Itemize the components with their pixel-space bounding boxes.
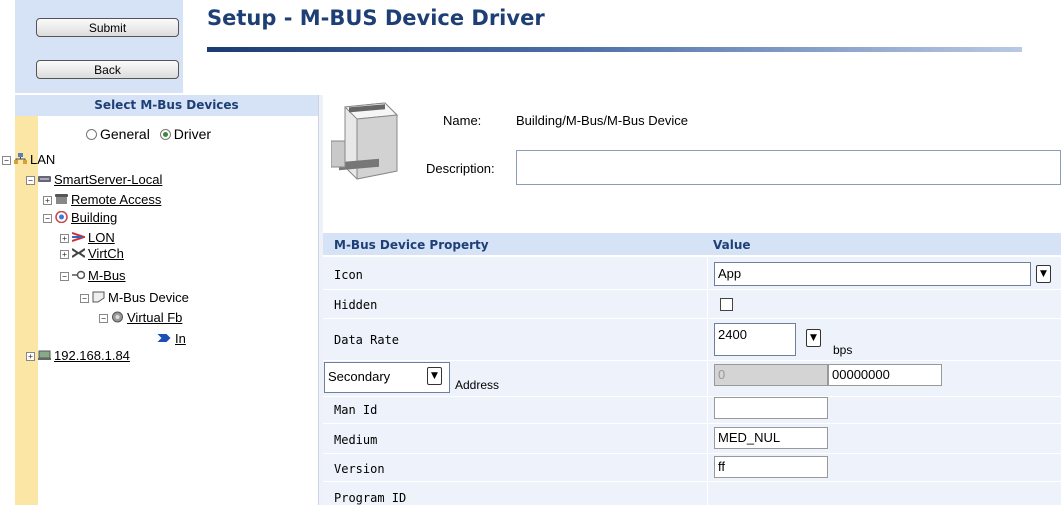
expand-icon[interactable]: + xyxy=(43,196,52,205)
tree-node-virtual-fb[interactable]: − Virtual Fb xyxy=(99,310,182,325)
submit-button[interactable]: Submit xyxy=(36,18,179,37)
tree-label-virtch[interactable]: VirtCh xyxy=(88,246,124,261)
data-rate-dropdown-button[interactable]: ▼ xyxy=(806,329,821,347)
name-value: Building/M-Bus/M-Bus Device xyxy=(516,113,688,128)
page-title: Setup - M-BUS Device Driver xyxy=(207,6,545,30)
description-input[interactable] xyxy=(516,150,1061,185)
device-icon xyxy=(92,291,105,303)
virtual-channel-icon xyxy=(72,248,85,258)
column-header-property: M-Bus Device Property xyxy=(334,238,489,252)
tree-node-lan[interactable]: − LAN xyxy=(2,152,55,167)
radio-general[interactable] xyxy=(86,129,97,140)
table-row-man-id xyxy=(323,396,1061,423)
phone-icon xyxy=(55,194,68,204)
collapse-icon[interactable]: − xyxy=(43,214,52,223)
data-rate-unit: bps xyxy=(833,343,853,357)
view-mode-radios: General Driver xyxy=(86,126,211,142)
radio-general-label: General xyxy=(100,126,150,142)
tree-node-in[interactable]: In xyxy=(156,331,186,346)
button-panel: Submit Back xyxy=(15,0,183,93)
tree-label-lon[interactable]: LON xyxy=(88,230,115,245)
row-label-icon: Icon xyxy=(334,268,363,282)
lon-icon xyxy=(72,232,85,242)
collapse-icon[interactable]: − xyxy=(99,314,108,323)
tree-node-mbus[interactable]: − M-Bus xyxy=(60,268,126,283)
mbus-channel-icon xyxy=(72,270,85,280)
tree-node-building[interactable]: − Building xyxy=(43,210,117,225)
server-icon xyxy=(38,176,51,182)
data-rate-select[interactable]: 2400 xyxy=(714,323,796,356)
tree-node-mbus-device[interactable]: − M-Bus Device xyxy=(80,290,189,305)
tree-label-mbus[interactable]: M-Bus xyxy=(88,268,126,283)
collapse-icon[interactable]: − xyxy=(2,156,11,165)
description-label: Description: xyxy=(426,161,495,176)
row-label-medium: Medium xyxy=(334,433,378,447)
name-label: Name: xyxy=(443,113,482,128)
tree-label-virtual-fb[interactable]: Virtual Fb xyxy=(127,310,182,325)
collapse-icon[interactable]: − xyxy=(60,272,69,281)
tree-label-smartserver[interactable]: SmartServer-Local xyxy=(54,172,162,187)
input-datapoint-icon xyxy=(157,334,171,342)
expand-icon[interactable]: + xyxy=(26,352,35,361)
version-input[interactable]: ff xyxy=(714,456,828,478)
hidden-checkbox[interactable] xyxy=(720,298,733,311)
primary-address-input: 0 xyxy=(714,364,828,386)
tree-node-remote-access[interactable]: + Remote Access xyxy=(43,192,161,207)
row-label-version: Version xyxy=(334,462,385,476)
radio-driver[interactable] xyxy=(159,129,171,140)
table-row-medium xyxy=(323,423,1061,453)
tree-label-remote-access[interactable]: Remote Access xyxy=(71,192,161,207)
table-row-hidden xyxy=(323,289,1061,318)
table-row-version xyxy=(323,453,1061,481)
tree-node-lon[interactable]: + LON xyxy=(60,230,115,245)
back-button[interactable]: Back xyxy=(36,60,179,79)
tree-label-in[interactable]: In xyxy=(175,331,186,346)
medium-input[interactable]: MED_NUL xyxy=(714,427,828,449)
table-row-program-id xyxy=(323,481,1061,505)
radio-driver-label: Driver xyxy=(173,126,212,142)
address-label: Address xyxy=(455,378,500,392)
building-app-icon xyxy=(55,211,68,223)
tree-label-building[interactable]: Building xyxy=(71,210,117,225)
mbus-device-image xyxy=(331,102,399,180)
functional-block-icon xyxy=(112,311,123,323)
address-mode-dropdown-button[interactable]: ▼ xyxy=(427,367,442,385)
tree-label-lan: LAN xyxy=(30,152,56,167)
table-row-data-rate xyxy=(323,318,1061,360)
tree-label-ip[interactable]: 192.168.1.84 xyxy=(54,348,130,363)
tree-node-ip[interactable]: +192.168.1.84 xyxy=(26,348,130,363)
row-label-data-rate: Data Rate xyxy=(334,333,400,347)
tree-heading: Select M-Bus Devices xyxy=(15,95,318,116)
expand-icon[interactable]: + xyxy=(60,250,69,259)
tree-label-mbus-device: M-Bus Device xyxy=(108,290,189,305)
secondary-address-input[interactable]: 00000000 xyxy=(828,364,942,386)
column-header-value: Value xyxy=(713,238,751,252)
row-label-program-id: Program ID xyxy=(334,491,407,505)
collapse-icon[interactable]: − xyxy=(80,294,89,303)
tree-node-smartserver[interactable]: − SmartServer-Local xyxy=(26,172,162,187)
icon-select[interactable]: App xyxy=(714,262,1031,286)
icon-dropdown-button[interactable]: ▼ xyxy=(1036,265,1051,283)
row-label-hidden: Hidden xyxy=(334,298,378,312)
tree-node-virtch[interactable]: + VirtCh xyxy=(60,246,124,261)
man-id-input[interactable] xyxy=(714,397,828,419)
network-icon xyxy=(14,153,27,164)
remote-server-icon xyxy=(38,350,51,360)
title-underline xyxy=(207,47,1022,52)
row-label-man-id: Man Id xyxy=(334,403,378,417)
collapse-icon[interactable]: − xyxy=(26,176,35,185)
expand-icon[interactable]: + xyxy=(60,234,69,243)
